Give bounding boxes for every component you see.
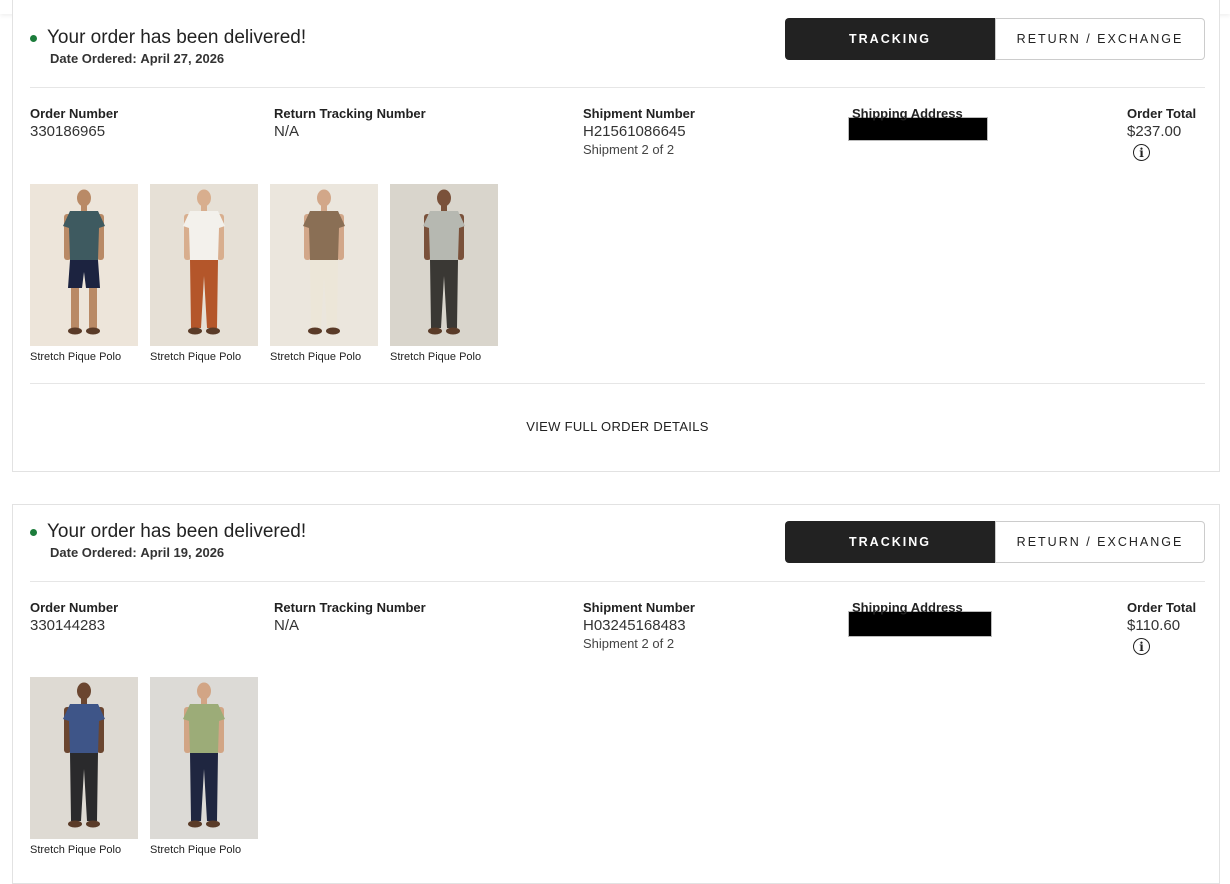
product-item[interactable]: Stretch Pique Polo (150, 184, 258, 363)
product-item[interactable]: Stretch Pique Polo (390, 184, 498, 363)
return-tracking-block: Return Tracking Number N/A (274, 106, 426, 140)
order-number-block: Order Number 330186965 (30, 106, 118, 140)
model-figure (183, 682, 225, 828)
shipment-number-label: Shipment Number (583, 600, 695, 615)
product-name[interactable]: Stretch Pique Polo (150, 351, 258, 363)
shipment-count: Shipment 2 of 2 (583, 636, 675, 651)
product-image[interactable] (30, 677, 138, 839)
product-name[interactable]: Stretch Pique Polo (390, 351, 498, 363)
product-image[interactable] (30, 184, 138, 346)
order-card: Your order has been delivered! Date Orde… (12, 504, 1220, 884)
date-ordered: Date Ordered: April 27, 2026 (50, 51, 224, 66)
shipping-address-block: Shipping Address (848, 600, 992, 637)
product-item[interactable]: Stretch Pique Polo (30, 184, 138, 363)
order-total-value: $237.00 (1127, 123, 1182, 140)
return-tracking-label: Return Tracking Number (274, 600, 426, 615)
model-figure (63, 189, 105, 335)
order-number-label: Order Number (30, 106, 119, 121)
info-circle-icon[interactable]: i (1133, 638, 1150, 655)
info-circle-icon[interactable]: i (1133, 144, 1150, 161)
order-status-text: Your order has been delivered! (47, 521, 307, 542)
return-exchange-button[interactable]: RETURN / EXCHANGE (995, 521, 1205, 563)
shipping-address-block: Shipping Address (848, 106, 988, 141)
model-figure (303, 189, 345, 335)
order-number-value: 330186965 (30, 123, 106, 140)
product-image[interactable] (150, 184, 258, 346)
product-name[interactable]: Stretch Pique Polo (150, 844, 258, 856)
product-name[interactable]: Stretch Pique Polo (30, 844, 138, 856)
section-divider (30, 581, 1205, 582)
order-total-block: Order Total $237.00 i (1127, 106, 1196, 161)
shipment-number-block: Shipment Number H21561086645 Shipment 2 … (583, 106, 695, 157)
product-item[interactable]: Stretch Pique Polo (30, 677, 138, 856)
date-ordered-value: April 19, 2026 (140, 545, 225, 560)
section-divider (30, 383, 1205, 384)
model-figure (183, 189, 225, 335)
shipment-count: Shipment 2 of 2 (583, 142, 675, 157)
section-divider (30, 87, 1205, 88)
return-tracking-value: N/A (274, 123, 300, 140)
product-image[interactable] (150, 677, 258, 839)
view-full-order-details-link[interactable]: VIEW FULL ORDER DETAILS (30, 419, 1205, 434)
return-exchange-button[interactable]: RETURN / EXCHANGE (995, 18, 1205, 60)
shipment-number-block: Shipment Number H03245168483 Shipment 2 … (583, 600, 695, 651)
order-card: Your order has been delivered! Date Orde… (12, 0, 1220, 472)
order-number-value: 330144283 (30, 617, 106, 634)
shipment-number-value: H21561086645 (583, 123, 686, 140)
product-item[interactable]: Stretch Pique Polo (270, 184, 378, 363)
order-total-block: Order Total $110.60 i (1127, 600, 1196, 655)
product-item[interactable]: Stretch Pique Polo (150, 677, 258, 856)
date-ordered: Date Ordered: April 19, 2026 (50, 545, 224, 560)
status-dot-icon (30, 529, 37, 536)
date-ordered-value: April 27, 2026 (140, 51, 225, 66)
order-total-label: Order Total (1127, 106, 1197, 121)
order-status-text: Your order has been delivered! (47, 27, 307, 48)
status-dot-icon (30, 35, 37, 42)
shipment-number-label: Shipment Number (583, 106, 695, 121)
tracking-button[interactable]: TRACKING (785, 18, 995, 60)
return-tracking-label: Return Tracking Number (274, 106, 426, 121)
date-ordered-label: Date Ordered: (50, 51, 137, 66)
return-tracking-block: Return Tracking Number N/A (274, 600, 426, 634)
product-name[interactable]: Stretch Pique Polo (270, 351, 378, 363)
order-total-value: $110.60 (1127, 617, 1181, 634)
order-number-block: Order Number 330144283 (30, 600, 118, 634)
order-number-label: Order Number (30, 600, 119, 615)
product-image[interactable] (270, 184, 378, 346)
return-tracking-value: N/A (274, 617, 300, 634)
model-figure (63, 682, 105, 828)
shipment-number-value: H03245168483 (583, 617, 686, 634)
product-name[interactable]: Stretch Pique Polo (30, 351, 138, 363)
date-ordered-label: Date Ordered: (50, 545, 137, 560)
tracking-button[interactable]: TRACKING (785, 521, 995, 563)
model-figure (423, 189, 465, 335)
product-image[interactable] (390, 184, 498, 346)
order-total-label: Order Total (1127, 600, 1197, 615)
